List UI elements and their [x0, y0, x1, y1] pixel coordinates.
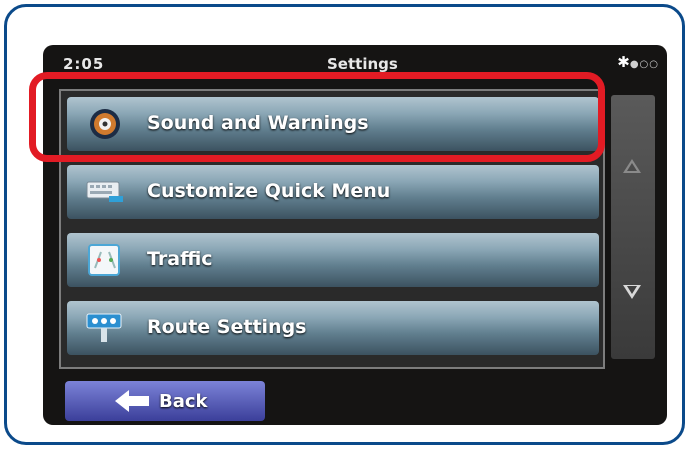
back-label: Back: [159, 391, 208, 412]
clock: 2:05: [63, 55, 105, 73]
scroll-down-icon[interactable]: [623, 285, 641, 299]
menu-item-traffic[interactable]: Traffic: [67, 233, 599, 287]
status-icons: ✱●○○: [617, 53, 659, 71]
back-button[interactable]: Back: [65, 381, 265, 421]
keyboard-icon: [85, 174, 125, 210]
menu-item-sound-and-warnings[interactable]: Sound and Warnings: [67, 97, 599, 151]
settings-list: Sound and Warnings Customize Quick Menu: [59, 89, 605, 369]
signal-dots-icon: ●○○: [629, 59, 659, 70]
menu-item-route-settings[interactable]: Route Settings: [67, 301, 599, 355]
menu-item-customize-quick-menu[interactable]: Customize Quick Menu: [67, 165, 599, 219]
menu-item-label: Customize Quick Menu: [147, 180, 391, 202]
scroll-up-icon[interactable]: [623, 159, 641, 173]
route-icon: [85, 310, 125, 346]
bluetooth-icon: ✱: [617, 53, 630, 71]
menu-item-label: Route Settings: [147, 316, 307, 338]
nav-screen: 2:05 Settings ✱●○○ Sound and Warnings Cu…: [43, 45, 667, 425]
speaker-icon: [85, 106, 125, 142]
status-bar: 2:05 Settings ✱●○○: [43, 45, 667, 79]
screen-title: Settings: [327, 55, 398, 73]
photo-frame: 2:05 Settings ✱●○○ Sound and Warnings Cu…: [4, 4, 685, 445]
menu-item-label: Sound and Warnings: [147, 112, 369, 134]
menu-item-label: Traffic: [147, 248, 213, 270]
traffic-icon: [85, 242, 125, 278]
back-arrow-icon: [113, 389, 151, 413]
scrollbar[interactable]: [611, 95, 655, 359]
